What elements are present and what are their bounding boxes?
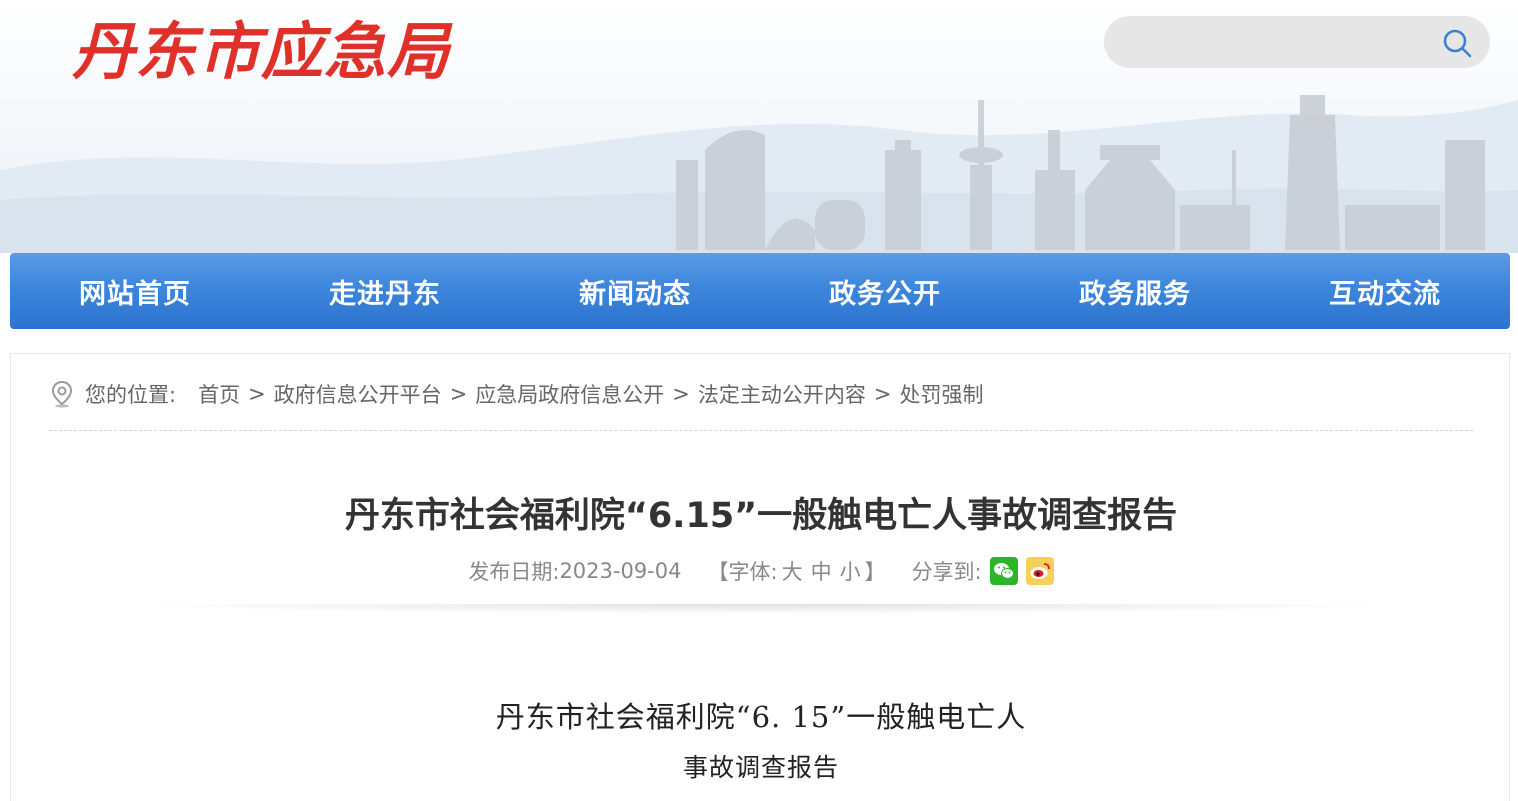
font-size-close: 】 bbox=[864, 560, 886, 584]
nav-item-gov-affairs-open[interactable]: 政务公开 bbox=[760, 253, 1010, 329]
breadcrumb-separator: > bbox=[449, 382, 468, 406]
wechat-icon[interactable] bbox=[989, 557, 1018, 585]
site-logo[interactable]: 丹东市应急局 bbox=[72, 14, 450, 90]
weibo-icon[interactable] bbox=[1025, 557, 1054, 585]
nav-item-gov-services[interactable]: 政务服务 bbox=[1010, 253, 1260, 329]
font-size-medium-button[interactable]: 中 bbox=[811, 556, 832, 586]
breadcrumb-prefix: 您的位置: bbox=[85, 383, 177, 407]
nav-item-news[interactable]: 新闻动态 bbox=[510, 253, 760, 329]
title-divider-shadow bbox=[111, 604, 1411, 614]
breadcrumb-separator: > bbox=[672, 382, 690, 406]
breadcrumb-item-gov-info-platform[interactable]: 政府信息公开平台 bbox=[274, 379, 442, 409]
breadcrumb: 您的位置: 首页 > 政府信息公开平台 > 应急局政府信息公开 > 法定主动公开… bbox=[51, 378, 984, 410]
site-header: 丹东市应急局 bbox=[0, 0, 1518, 253]
publish-date: 2023-09-04 bbox=[559, 559, 682, 583]
nav-item-home[interactable]: 网站首页 bbox=[10, 253, 260, 329]
breadcrumb-item-emergency-info[interactable]: 应急局政府信息公开 bbox=[475, 379, 664, 409]
breadcrumb-item-home[interactable]: 首页 bbox=[198, 379, 240, 409]
article-title: 丹东市社会福利院“6.15”一般触电亡人事故调查报告 bbox=[344, 496, 1178, 536]
nav-item-interaction[interactable]: 互动交流 bbox=[1260, 253, 1510, 329]
breadcrumb-item-penalty[interactable]: 处罚强制 bbox=[900, 379, 984, 409]
location-pin-icon bbox=[51, 380, 73, 408]
document-heading-line-1: 丹东市社会福利院“6. 15”一般触电亡人 bbox=[495, 700, 1027, 734]
share-label: 分享到: bbox=[911, 560, 982, 584]
font-size-small-button[interactable]: 小 bbox=[840, 556, 861, 586]
search-input[interactable] bbox=[1124, 26, 1424, 58]
font-size-open: 【字体: bbox=[707, 560, 778, 584]
search-box bbox=[1104, 16, 1490, 68]
breadcrumb-separator: > bbox=[248, 382, 266, 406]
breadcrumb-divider bbox=[49, 430, 1473, 431]
breadcrumb-separator: > bbox=[873, 382, 892, 406]
font-size-large-button[interactable]: 大 bbox=[782, 556, 803, 586]
nav-item-about-dandong[interactable]: 走进丹东 bbox=[260, 253, 510, 329]
content-panel: 您的位置: 首页 > 政府信息公开平台 > 应急局政府信息公开 > 法定主动公开… bbox=[10, 353, 1510, 801]
date-label: 发布日期: bbox=[468, 560, 560, 584]
breadcrumb-item-statutory-content[interactable]: 法定主动公开内容 bbox=[698, 379, 866, 409]
article-meta: 发布日期: 2023-09-04 【字体: 大 中 小 】 分享到: bbox=[11, 554, 1511, 588]
search-icon[interactable] bbox=[1440, 26, 1474, 60]
document-heading-line-2: 事故调查报告 bbox=[682, 753, 839, 782]
main-nav: 网站首页 走进丹东 新闻动态 政务公开 政务服务 互动交流 bbox=[10, 253, 1510, 329]
